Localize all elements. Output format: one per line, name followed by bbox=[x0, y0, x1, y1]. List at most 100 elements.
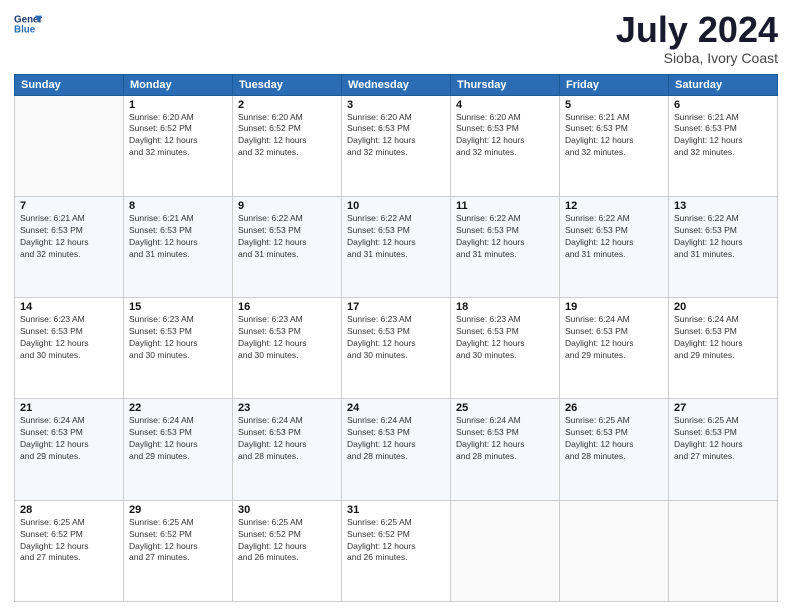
day-info-11: Sunrise: 6:22 AM Sunset: 6:53 PM Dayligh… bbox=[456, 213, 554, 261]
day-number-12: 12 bbox=[565, 200, 663, 212]
cell-1-1: 8Sunrise: 6:21 AM Sunset: 6:53 PM Daylig… bbox=[124, 196, 233, 297]
day-number-4: 4 bbox=[456, 99, 554, 111]
day-info-25: Sunrise: 6:24 AM Sunset: 6:53 PM Dayligh… bbox=[456, 415, 554, 463]
day-number-24: 24 bbox=[347, 402, 445, 414]
day-info-31: Sunrise: 6:25 AM Sunset: 6:52 PM Dayligh… bbox=[347, 517, 445, 565]
cell-1-0: 7Sunrise: 6:21 AM Sunset: 6:53 PM Daylig… bbox=[15, 196, 124, 297]
day-number-23: 23 bbox=[238, 402, 336, 414]
cell-1-5: 12Sunrise: 6:22 AM Sunset: 6:53 PM Dayli… bbox=[560, 196, 669, 297]
day-number-21: 21 bbox=[20, 402, 118, 414]
week-row-1: 7Sunrise: 6:21 AM Sunset: 6:53 PM Daylig… bbox=[15, 196, 778, 297]
day-number-10: 10 bbox=[347, 200, 445, 212]
week-row-4: 28 Sunrise: 6:25 AM Sunset: 6:52 PM Dayli… bbox=[15, 500, 778, 601]
cell-3-2: 23Sunrise: 6:24 AM Sunset: 6:53 PM Dayli… bbox=[233, 399, 342, 500]
cell-0-0 bbox=[15, 95, 124, 196]
day-number-22: 22 bbox=[129, 402, 227, 414]
month-title: July 2024 bbox=[616, 10, 778, 50]
cell-4-4 bbox=[451, 500, 560, 601]
header: General Blue July 2024 Sioba, Ivory Coas… bbox=[14, 10, 778, 66]
day-number-11: 11 bbox=[456, 200, 554, 212]
header-row: Sunday Monday Tuesday Wednesday Thursday… bbox=[15, 74, 778, 95]
day-info-20: Sunrise: 6:24 AM Sunset: 6:53 PM Dayligh… bbox=[674, 314, 772, 362]
day-number-19: 19 bbox=[565, 301, 663, 313]
cell-0-6: 6Sunrise: 6:21 AM Sunset: 6:53 PM Daylig… bbox=[669, 95, 778, 196]
day-number-15: 15 bbox=[129, 301, 227, 313]
day-number-6: 6 bbox=[674, 99, 772, 111]
cell-2-1: 15Sunrise: 6:23 AM Sunset: 6:53 PM Dayli… bbox=[124, 298, 233, 399]
day-number-14: 14 bbox=[20, 301, 118, 313]
day-info-6: Sunrise: 6:21 AM Sunset: 6:53 PM Dayligh… bbox=[674, 112, 772, 160]
day-number-9: 9 bbox=[238, 200, 336, 212]
day-number-20: 20 bbox=[674, 301, 772, 313]
cell-4-1: 29Sunrise: 6:25 AM Sunset: 6:52 PM Dayli… bbox=[124, 500, 233, 601]
day-number-18: 18 bbox=[456, 301, 554, 313]
cell-1-2: 9Sunrise: 6:22 AM Sunset: 6:53 PM Daylig… bbox=[233, 196, 342, 297]
day-info-1: Sunrise: 6:20 AM Sunset: 6:52 PM Dayligh… bbox=[129, 112, 227, 160]
cell-2-5: 19Sunrise: 6:24 AM Sunset: 6:53 PM Dayli… bbox=[560, 298, 669, 399]
week-row-0: 1Sunrise: 6:20 AM Sunset: 6:52 PM Daylig… bbox=[15, 95, 778, 196]
cell-0-3: 3Sunrise: 6:20 AM Sunset: 6:53 PM Daylig… bbox=[342, 95, 451, 196]
day-number-1: 1 bbox=[129, 99, 227, 111]
day-info-9: Sunrise: 6:22 AM Sunset: 6:53 PM Dayligh… bbox=[238, 213, 336, 261]
day-info-2: Sunrise: 6:20 AM Sunset: 6:52 PM Dayligh… bbox=[238, 112, 336, 160]
day-info-22: Sunrise: 6:24 AM Sunset: 6:53 PM Dayligh… bbox=[129, 415, 227, 463]
cell-2-2: 16Sunrise: 6:23 AM Sunset: 6:53 PM Dayli… bbox=[233, 298, 342, 399]
cell-0-4: 4Sunrise: 6:20 AM Sunset: 6:53 PM Daylig… bbox=[451, 95, 560, 196]
day-info-8: Sunrise: 6:21 AM Sunset: 6:53 PM Dayligh… bbox=[129, 213, 227, 261]
cell-3-4: 25Sunrise: 6:24 AM Sunset: 6:53 PM Dayli… bbox=[451, 399, 560, 500]
col-monday: Monday bbox=[124, 74, 233, 95]
day-info-5: Sunrise: 6:21 AM Sunset: 6:53 PM Dayligh… bbox=[565, 112, 663, 160]
day-info-18: Sunrise: 6:23 AM Sunset: 6:53 PM Dayligh… bbox=[456, 314, 554, 362]
col-saturday: Saturday bbox=[669, 74, 778, 95]
day-number-31: 31 bbox=[347, 504, 445, 516]
day-number-2: 2 bbox=[238, 99, 336, 111]
location: Sioba, Ivory Coast bbox=[616, 50, 778, 66]
cell-2-4: 18Sunrise: 6:23 AM Sunset: 6:53 PM Dayli… bbox=[451, 298, 560, 399]
day-info-24: Sunrise: 6:24 AM Sunset: 6:53 PM Dayligh… bbox=[347, 415, 445, 463]
cell-0-2: 2Sunrise: 6:20 AM Sunset: 6:52 PM Daylig… bbox=[233, 95, 342, 196]
cell-1-3: 10Sunrise: 6:22 AM Sunset: 6:53 PM Dayli… bbox=[342, 196, 451, 297]
col-tuesday: Tuesday bbox=[233, 74, 342, 95]
day-number-5: 5 bbox=[565, 99, 663, 111]
day-info-7: Sunrise: 6:21 AM Sunset: 6:53 PM Dayligh… bbox=[20, 213, 118, 261]
day-number-25: 25 bbox=[456, 402, 554, 414]
day-number-27: 27 bbox=[674, 402, 772, 414]
week-row-3: 21Sunrise: 6:24 AM Sunset: 6:53 PM Dayli… bbox=[15, 399, 778, 500]
day-number-29: 29 bbox=[129, 504, 227, 516]
day-number-8: 8 bbox=[129, 200, 227, 212]
day-info-4: Sunrise: 6:20 AM Sunset: 6:53 PM Dayligh… bbox=[456, 112, 554, 160]
day-info-14: Sunrise: 6:23 AM Sunset: 6:53 PM Dayligh… bbox=[20, 314, 118, 362]
cell-3-1: 22Sunrise: 6:24 AM Sunset: 6:53 PM Dayli… bbox=[124, 399, 233, 500]
calendar-table: Sunday Monday Tuesday Wednesday Thursday… bbox=[14, 74, 778, 602]
cell-3-0: 21Sunrise: 6:24 AM Sunset: 6:53 PM Dayli… bbox=[15, 399, 124, 500]
cell-1-6: 13Sunrise: 6:22 AM Sunset: 6:53 PM Dayli… bbox=[669, 196, 778, 297]
cell-2-3: 17Sunrise: 6:23 AM Sunset: 6:53 PM Dayli… bbox=[342, 298, 451, 399]
day-number-16: 16 bbox=[238, 301, 336, 313]
day-info-23: Sunrise: 6:24 AM Sunset: 6:53 PM Dayligh… bbox=[238, 415, 336, 463]
col-friday: Friday bbox=[560, 74, 669, 95]
day-info-13: Sunrise: 6:22 AM Sunset: 6:53 PM Dayligh… bbox=[674, 213, 772, 261]
logo: General Blue bbox=[14, 10, 46, 38]
cell-0-1: 1Sunrise: 6:20 AM Sunset: 6:52 PM Daylig… bbox=[124, 95, 233, 196]
day-info-16: Sunrise: 6:23 AM Sunset: 6:53 PM Dayligh… bbox=[238, 314, 336, 362]
cell-4-3: 31Sunrise: 6:25 AM Sunset: 6:52 PM Dayli… bbox=[342, 500, 451, 601]
day-info-21: Sunrise: 6:24 AM Sunset: 6:53 PM Dayligh… bbox=[20, 415, 118, 463]
cell-4-5 bbox=[560, 500, 669, 601]
cell-2-6: 20Sunrise: 6:24 AM Sunset: 6:53 PM Dayli… bbox=[669, 298, 778, 399]
day-info-3: Sunrise: 6:20 AM Sunset: 6:53 PM Dayligh… bbox=[347, 112, 445, 160]
col-wednesday: Wednesday bbox=[342, 74, 451, 95]
day-number-17: 17 bbox=[347, 301, 445, 313]
day-number-30: 30 bbox=[238, 504, 336, 516]
day-number-3: 3 bbox=[347, 99, 445, 111]
title-block: July 2024 Sioba, Ivory Coast bbox=[616, 10, 778, 66]
day-number-28: 28 bbox=[20, 504, 118, 516]
day-info-12: Sunrise: 6:22 AM Sunset: 6:53 PM Dayligh… bbox=[565, 213, 663, 261]
cell-1-4: 11Sunrise: 6:22 AM Sunset: 6:53 PM Dayli… bbox=[451, 196, 560, 297]
cell-3-3: 24Sunrise: 6:24 AM Sunset: 6:53 PM Dayli… bbox=[342, 399, 451, 500]
col-sunday: Sunday bbox=[15, 74, 124, 95]
cell-4-0: 28Sunrise: 6:25 AM Sunset: 6:52 PM Dayli… bbox=[15, 500, 124, 601]
week-row-2: 14Sunrise: 6:23 AM Sunset: 6:53 PM Dayli… bbox=[15, 298, 778, 399]
day-info-15: Sunrise: 6:23 AM Sunset: 6:53 PM Dayligh… bbox=[129, 314, 227, 362]
cell-4-6 bbox=[669, 500, 778, 601]
page: General Blue July 2024 Sioba, Ivory Coas… bbox=[0, 0, 792, 612]
